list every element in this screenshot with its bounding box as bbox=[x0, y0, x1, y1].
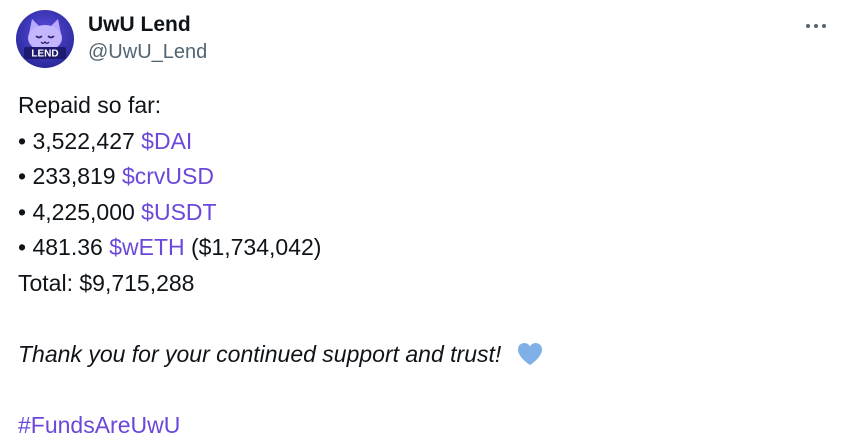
blank-line bbox=[18, 301, 830, 337]
total-line: Total: $9,715,288 bbox=[18, 266, 830, 302]
thanks-line: Thank you for your continued support and… bbox=[18, 337, 830, 373]
blue-heart-icon bbox=[516, 341, 544, 367]
uwu-lend-logo-icon: LEND bbox=[16, 10, 74, 68]
handle[interactable]: @UwU_Lend bbox=[88, 39, 207, 65]
hashtag-link[interactable]: #FundsAreUwU bbox=[18, 412, 180, 438]
author-info: UwU Lend @UwU_Lend bbox=[88, 12, 207, 65]
tweet-header: LEND UwU Lend @UwU_Lend bbox=[16, 10, 834, 70]
amount: 3,522,427 bbox=[32, 128, 134, 154]
amount: 233,819 bbox=[32, 163, 115, 189]
amount: 4,225,000 bbox=[32, 199, 134, 225]
list-item: • 233,819 $crvUSD bbox=[18, 159, 830, 195]
amount: 481.36 bbox=[32, 234, 102, 260]
display-name[interactable]: UwU Lend bbox=[88, 12, 207, 38]
svg-text:LEND: LEND bbox=[31, 49, 58, 60]
bullet: • bbox=[18, 163, 26, 189]
bullet: • bbox=[18, 234, 26, 260]
bullet: • bbox=[18, 199, 26, 225]
usd-value: ($1,734,042) bbox=[191, 234, 321, 260]
cashtag-link[interactable]: $crvUSD bbox=[122, 163, 214, 189]
thanks-text: Thank you for your continued support and… bbox=[18, 341, 501, 367]
intro-line: Repaid so far: bbox=[18, 88, 830, 124]
more-button[interactable] bbox=[802, 16, 830, 36]
cashtag-link[interactable]: $USDT bbox=[141, 199, 216, 225]
blank-line bbox=[18, 372, 830, 408]
avatar[interactable]: LEND bbox=[16, 10, 74, 68]
tweet-text: Repaid so far: • 3,522,427 $DAI • 233,81… bbox=[18, 88, 830, 443]
list-item: • 4,225,000 $USDT bbox=[18, 195, 830, 231]
list-item: • 3,522,427 $DAI bbox=[18, 124, 830, 160]
hashtag-line: #FundsAreUwU bbox=[18, 408, 830, 443]
more-horizontal-icon bbox=[802, 16, 830, 36]
cashtag-link[interactable]: $wETH bbox=[109, 234, 184, 260]
bullet: • bbox=[18, 128, 26, 154]
cashtag-link[interactable]: $DAI bbox=[141, 128, 192, 154]
list-item: • 481.36 $wETH ($1,734,042) bbox=[18, 230, 830, 266]
